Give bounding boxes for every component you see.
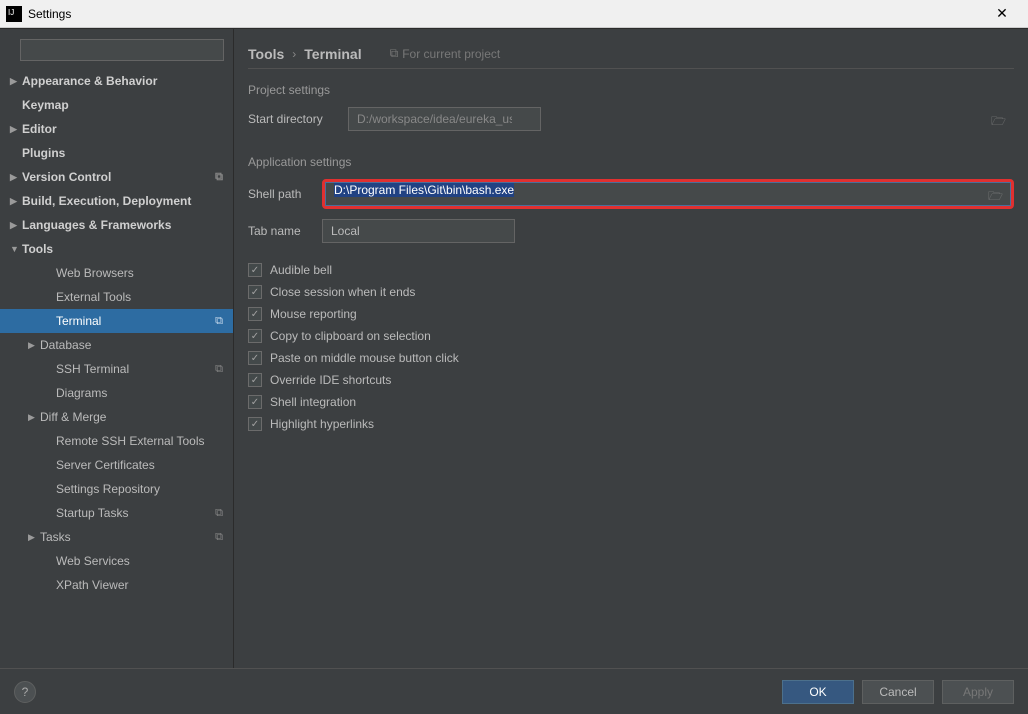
chevron-right-icon: ▶ [10, 76, 17, 87]
cancel-button[interactable]: Cancel [862, 680, 934, 704]
sidebar-item-ssh-terminal[interactable]: SSH Terminal⧉ [0, 357, 233, 381]
main-panel: Tools › Terminal ⧉For current project Pr… [234, 29, 1028, 668]
folder-icon[interactable]: 🗁 [991, 112, 1006, 133]
copy-icon: ⧉ [215, 507, 223, 520]
close-icon[interactable]: ✕ [982, 0, 1022, 28]
checkbox-icon: ✓ [248, 373, 262, 387]
check-close-session[interactable]: ✓Close session when it ends [248, 281, 1014, 303]
sidebar-item-diagrams[interactable]: Diagrams [0, 381, 233, 405]
checkbox-icon: ✓ [248, 307, 262, 321]
section-project: Project settings [248, 83, 1014, 97]
sidebar-item-tasks[interactable]: ▶Tasks⧉ [0, 525, 233, 549]
bc-leaf: Terminal [304, 46, 361, 62]
checkbox-icon: ✓ [248, 351, 262, 365]
bc-root[interactable]: Tools [248, 46, 284, 62]
check-override-ide[interactable]: ✓Override IDE shortcuts [248, 369, 1014, 391]
for-project-label: ⧉For current project [390, 46, 501, 61]
checkbox-icon: ✓ [248, 263, 262, 277]
window-title: Settings [28, 7, 982, 21]
check-shell-integration[interactable]: ✓Shell integration [248, 391, 1014, 413]
sidebar-item-editor[interactable]: ▶Editor [0, 117, 233, 141]
copy-icon: ⧉ [215, 531, 223, 544]
sidebar-item-settings-repo[interactable]: Settings Repository [0, 477, 233, 501]
tab-name-label: Tab name [248, 224, 322, 238]
sidebar-item-keymap[interactable]: Keymap [0, 93, 233, 117]
copy-icon: ⧉ [215, 363, 223, 376]
checkbox-icon: ✓ [248, 329, 262, 343]
chevron-right-icon: ▶ [28, 412, 35, 423]
shell-path-highlight: D:\Program Files\Git\bin\bash.exe 🗁 [322, 179, 1014, 209]
tab-name-input[interactable] [322, 219, 515, 243]
sidebar-item-build[interactable]: ▶Build, Execution, Deployment [0, 189, 233, 213]
sidebar-item-terminal[interactable]: Terminal⧉ [0, 309, 233, 333]
sidebar: Q▾ ▶Appearance & Behavior Keymap ▶Editor… [0, 29, 234, 668]
chevron-right-icon: › [292, 47, 296, 61]
chevron-right-icon: ▶ [10, 172, 17, 183]
sidebar-item-startup-tasks[interactable]: Startup Tasks⧉ [0, 501, 233, 525]
search-input[interactable] [20, 39, 224, 61]
sidebar-item-diff-merge[interactable]: ▶Diff & Merge [0, 405, 233, 429]
breadcrumb: Tools › Terminal ⧉For current project [248, 39, 1014, 69]
help-button[interactable]: ? [14, 681, 36, 703]
sidebar-item-remote-ssh[interactable]: Remote SSH External Tools [0, 429, 233, 453]
chevron-down-icon: ▼ [10, 244, 19, 254]
sidebar-item-vcs[interactable]: ▶Version Control⧉ [0, 165, 233, 189]
sidebar-item-server-certs[interactable]: Server Certificates [0, 453, 233, 477]
sidebar-item-external-tools[interactable]: External Tools [0, 285, 233, 309]
sidebar-item-tools[interactable]: ▼Tools [0, 237, 233, 261]
check-audible-bell[interactable]: ✓Audible bell [248, 259, 1014, 281]
sidebar-item-database[interactable]: ▶Database [0, 333, 233, 357]
chevron-right-icon: ▶ [10, 124, 17, 135]
sidebar-item-web-services[interactable]: Web Services [0, 549, 233, 573]
apply-button[interactable]: Apply [942, 680, 1014, 704]
chevron-right-icon: ▶ [10, 220, 17, 231]
check-paste-middle[interactable]: ✓Paste on middle mouse button click [248, 347, 1014, 369]
chevron-right-icon: ▶ [28, 340, 35, 351]
shell-path-label: Shell path [248, 187, 322, 201]
chevron-right-icon: ▶ [28, 532, 35, 543]
chevron-right-icon: ▶ [10, 196, 17, 207]
section-app: Application settings [248, 155, 1014, 169]
check-highlight-links[interactable]: ✓Highlight hyperlinks [248, 413, 1014, 435]
check-mouse-reporting[interactable]: ✓Mouse reporting [248, 303, 1014, 325]
settings-tree: ▶Appearance & Behavior Keymap ▶Editor Pl… [0, 67, 233, 668]
sidebar-item-appearance[interactable]: ▶Appearance & Behavior [0, 69, 233, 93]
checkbox-icon: ✓ [248, 395, 262, 409]
sidebar-item-plugins[interactable]: Plugins [0, 141, 233, 165]
sidebar-item-xpath[interactable]: XPath Viewer [0, 573, 233, 597]
copy-icon: ⧉ [215, 315, 223, 328]
check-copy-clipboard[interactable]: ✓Copy to clipboard on selection [248, 325, 1014, 347]
ok-button[interactable]: OK [782, 680, 854, 704]
checkbox-group: ✓Audible bell ✓Close session when it end… [248, 259, 1014, 435]
checkbox-icon: ✓ [248, 285, 262, 299]
footer: ? OK Cancel Apply [0, 668, 1028, 714]
copy-icon: ⧉ [215, 171, 223, 184]
sidebar-item-languages[interactable]: ▶Languages & Frameworks [0, 213, 233, 237]
start-dir-label: Start directory [248, 112, 348, 126]
copy-icon: ⧉ [390, 46, 399, 61]
titlebar: Settings ✕ [0, 0, 1028, 28]
sidebar-item-web-browsers[interactable]: Web Browsers [0, 261, 233, 285]
app-icon [6, 6, 22, 22]
start-dir-input[interactable] [348, 107, 541, 131]
shell-path-input[interactable]: D:\Program Files\Git\bin\bash.exe [325, 182, 1011, 206]
checkbox-icon: ✓ [248, 417, 262, 431]
